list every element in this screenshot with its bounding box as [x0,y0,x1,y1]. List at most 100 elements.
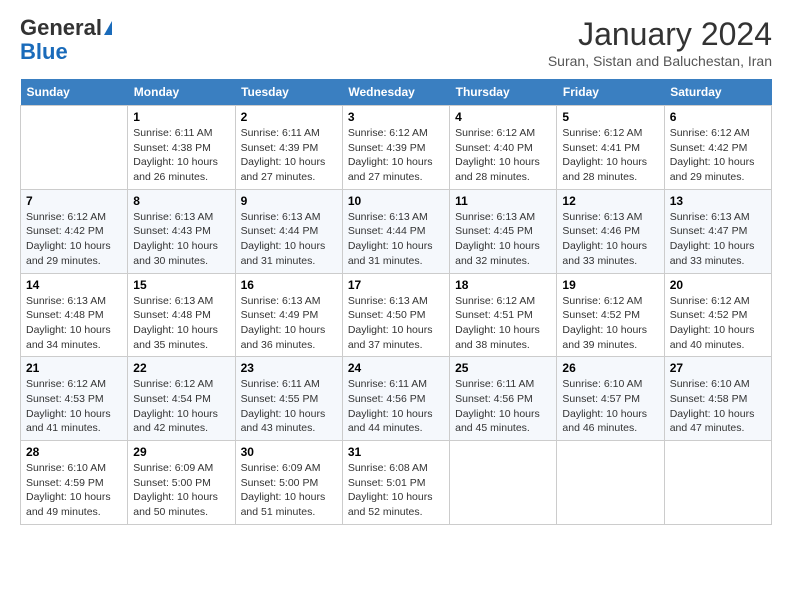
day-number: 9 [241,194,337,208]
day-info: Sunrise: 6:12 AMSunset: 4:39 PMDaylight:… [348,127,433,183]
calendar-day-cell: 14 Sunrise: 6:13 AMSunset: 4:48 PMDaylig… [21,273,128,357]
calendar-day-cell: 28 Sunrise: 6:10 AMSunset: 4:59 PMDaylig… [21,441,128,525]
day-info: Sunrise: 6:11 AMSunset: 4:56 PMDaylight:… [455,378,540,434]
weekday-header: Sunday [21,79,128,106]
day-number: 16 [241,278,337,292]
calendar-day-cell: 19 Sunrise: 6:12 AMSunset: 4:52 PMDaylig… [557,273,664,357]
calendar-day-cell: 22 Sunrise: 6:12 AMSunset: 4:54 PMDaylig… [128,357,235,441]
calendar-day-cell: 6 Sunrise: 6:12 AMSunset: 4:42 PMDayligh… [664,106,771,190]
weekday-header: Thursday [450,79,557,106]
calendar-day-cell: 8 Sunrise: 6:13 AMSunset: 4:43 PMDayligh… [128,189,235,273]
weekday-header: Wednesday [342,79,449,106]
day-number: 20 [670,278,766,292]
day-number: 29 [133,445,229,459]
weekday-header: Saturday [664,79,771,106]
weekday-header: Monday [128,79,235,106]
day-info: Sunrise: 6:12 AMSunset: 4:52 PMDaylight:… [670,295,755,351]
calendar-day-cell: 10 Sunrise: 6:13 AMSunset: 4:44 PMDaylig… [342,189,449,273]
calendar-day-cell: 7 Sunrise: 6:12 AMSunset: 4:42 PMDayligh… [21,189,128,273]
day-info: Sunrise: 6:13 AMSunset: 4:47 PMDaylight:… [670,211,755,267]
day-info: Sunrise: 6:13 AMSunset: 4:43 PMDaylight:… [133,211,218,267]
calendar-day-cell: 31 Sunrise: 6:08 AMSunset: 5:01 PMDaylig… [342,441,449,525]
calendar-day-cell: 11 Sunrise: 6:13 AMSunset: 4:45 PMDaylig… [450,189,557,273]
header: General Blue January 2024 Suran, Sistan … [20,16,772,69]
logo-triangle-icon [104,21,112,35]
day-info: Sunrise: 6:11 AMSunset: 4:39 PMDaylight:… [241,127,326,183]
calendar-day-cell: 4 Sunrise: 6:12 AMSunset: 4:40 PMDayligh… [450,106,557,190]
day-number: 30 [241,445,337,459]
day-number: 6 [670,110,766,124]
calendar-body: 1 Sunrise: 6:11 AMSunset: 4:38 PMDayligh… [21,106,772,525]
calendar-day-cell: 1 Sunrise: 6:11 AMSunset: 4:38 PMDayligh… [128,106,235,190]
day-info: Sunrise: 6:12 AMSunset: 4:42 PMDaylight:… [670,127,755,183]
calendar-day-cell: 23 Sunrise: 6:11 AMSunset: 4:55 PMDaylig… [235,357,342,441]
day-number: 24 [348,361,444,375]
calendar-day-cell: 5 Sunrise: 6:12 AMSunset: 4:41 PMDayligh… [557,106,664,190]
calendar-day-cell: 21 Sunrise: 6:12 AMSunset: 4:53 PMDaylig… [21,357,128,441]
calendar-day-cell: 24 Sunrise: 6:11 AMSunset: 4:56 PMDaylig… [342,357,449,441]
calendar-day-cell: 27 Sunrise: 6:10 AMSunset: 4:58 PMDaylig… [664,357,771,441]
calendar-day-cell: 26 Sunrise: 6:10 AMSunset: 4:57 PMDaylig… [557,357,664,441]
weekday-header: Friday [557,79,664,106]
day-number: 12 [562,194,658,208]
day-number: 18 [455,278,551,292]
calendar-day-cell [664,441,771,525]
calendar-day-cell: 16 Sunrise: 6:13 AMSunset: 4:49 PMDaylig… [235,273,342,357]
day-number: 25 [455,361,551,375]
calendar-day-cell: 9 Sunrise: 6:13 AMSunset: 4:44 PMDayligh… [235,189,342,273]
calendar-week-row: 14 Sunrise: 6:13 AMSunset: 4:48 PMDaylig… [21,273,772,357]
calendar-day-cell: 29 Sunrise: 6:09 AMSunset: 5:00 PMDaylig… [128,441,235,525]
day-number: 19 [562,278,658,292]
day-number: 14 [26,278,122,292]
calendar-day-cell: 30 Sunrise: 6:09 AMSunset: 5:00 PMDaylig… [235,441,342,525]
calendar-day-cell [21,106,128,190]
weekday-row: SundayMondayTuesdayWednesdayThursdayFrid… [21,79,772,106]
day-number: 4 [455,110,551,124]
calendar-day-cell: 25 Sunrise: 6:11 AMSunset: 4:56 PMDaylig… [450,357,557,441]
day-number: 22 [133,361,229,375]
day-info: Sunrise: 6:11 AMSunset: 4:38 PMDaylight:… [133,127,218,183]
day-number: 13 [670,194,766,208]
day-number: 2 [241,110,337,124]
day-number: 15 [133,278,229,292]
day-info: Sunrise: 6:11 AMSunset: 4:56 PMDaylight:… [348,378,433,434]
day-number: 8 [133,194,229,208]
day-info: Sunrise: 6:10 AMSunset: 4:57 PMDaylight:… [562,378,647,434]
calendar-day-cell: 15 Sunrise: 6:13 AMSunset: 4:48 PMDaylig… [128,273,235,357]
day-number: 5 [562,110,658,124]
calendar-day-cell: 20 Sunrise: 6:12 AMSunset: 4:52 PMDaylig… [664,273,771,357]
day-number: 17 [348,278,444,292]
weekday-header: Tuesday [235,79,342,106]
day-info: Sunrise: 6:12 AMSunset: 4:40 PMDaylight:… [455,127,540,183]
day-number: 10 [348,194,444,208]
page-title: January 2024 [548,16,772,53]
day-number: 1 [133,110,229,124]
day-number: 31 [348,445,444,459]
day-info: Sunrise: 6:13 AMSunset: 4:48 PMDaylight:… [133,295,218,351]
day-info: Sunrise: 6:13 AMSunset: 4:45 PMDaylight:… [455,211,540,267]
day-info: Sunrise: 6:12 AMSunset: 4:54 PMDaylight:… [133,378,218,434]
day-info: Sunrise: 6:12 AMSunset: 4:52 PMDaylight:… [562,295,647,351]
title-area: January 2024 Suran, Sistan and Baluchest… [548,16,772,69]
day-number: 3 [348,110,444,124]
day-info: Sunrise: 6:09 AMSunset: 5:00 PMDaylight:… [133,462,218,518]
day-number: 27 [670,361,766,375]
day-info: Sunrise: 6:11 AMSunset: 4:55 PMDaylight:… [241,378,326,434]
day-number: 23 [241,361,337,375]
day-info: Sunrise: 6:13 AMSunset: 4:44 PMDaylight:… [241,211,326,267]
day-info: Sunrise: 6:12 AMSunset: 4:53 PMDaylight:… [26,378,111,434]
day-info: Sunrise: 6:09 AMSunset: 5:00 PMDaylight:… [241,462,326,518]
day-number: 28 [26,445,122,459]
calendar-day-cell: 13 Sunrise: 6:13 AMSunset: 4:47 PMDaylig… [664,189,771,273]
calendar-table: SundayMondayTuesdayWednesdayThursdayFrid… [20,79,772,525]
calendar-day-cell: 12 Sunrise: 6:13 AMSunset: 4:46 PMDaylig… [557,189,664,273]
calendar-day-cell: 2 Sunrise: 6:11 AMSunset: 4:39 PMDayligh… [235,106,342,190]
logo-blue-text: Blue [20,39,68,64]
calendar-week-row: 28 Sunrise: 6:10 AMSunset: 4:59 PMDaylig… [21,441,772,525]
calendar-day-cell [557,441,664,525]
calendar-day-cell [450,441,557,525]
day-info: Sunrise: 6:13 AMSunset: 4:44 PMDaylight:… [348,211,433,267]
day-info: Sunrise: 6:08 AMSunset: 5:01 PMDaylight:… [348,462,433,518]
day-info: Sunrise: 6:12 AMSunset: 4:41 PMDaylight:… [562,127,647,183]
day-number: 26 [562,361,658,375]
